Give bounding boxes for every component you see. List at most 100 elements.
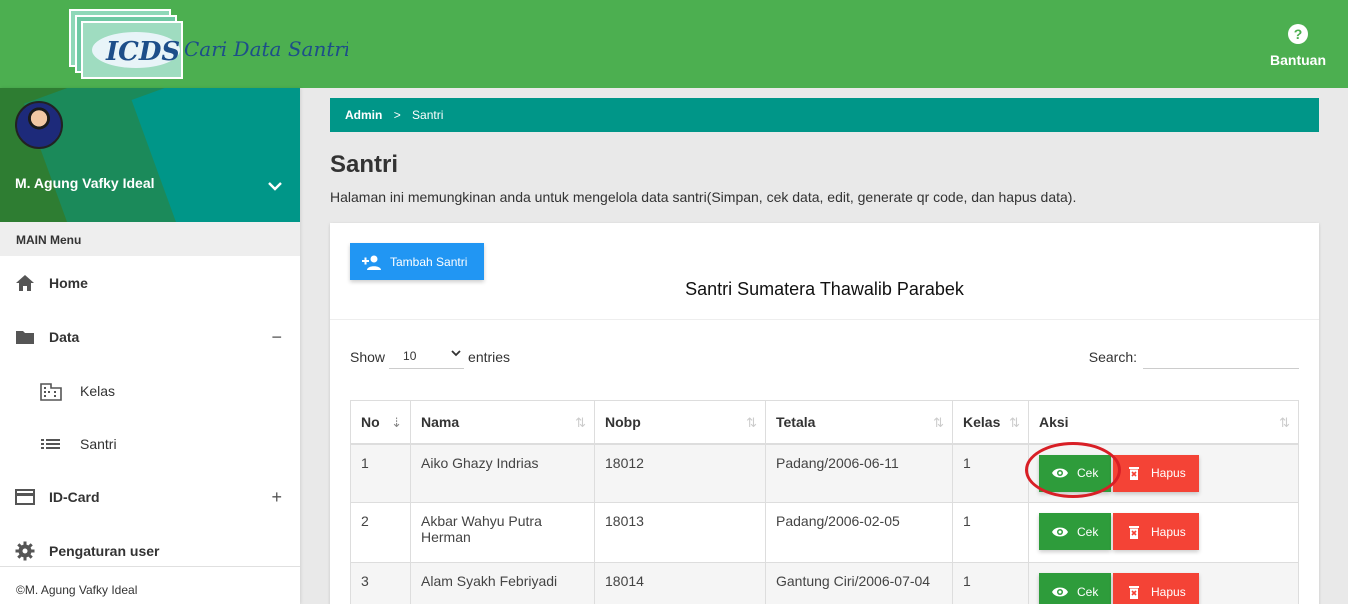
hapus-button[interactable]: Hapus	[1113, 513, 1199, 550]
cell-nobp: 18012	[594, 443, 766, 503]
show-label: Show	[350, 349, 386, 365]
hapus-label: Hapus	[1151, 466, 1186, 480]
app-logo[interactable]: ICDS Cari Data Santri	[68, 8, 350, 80]
cek-label: Cek	[1077, 524, 1099, 539]
expand-icon[interactable]: +	[271, 487, 282, 508]
help-icon: ?	[1288, 24, 1308, 44]
cell-nobp: 18013	[594, 502, 766, 563]
sort-icon: ⇅	[575, 415, 586, 430]
sidebar-item-label: Data	[49, 329, 80, 345]
svg-text:ICDS: ICDS	[105, 37, 180, 67]
page-title: Santri	[330, 151, 399, 178]
sidebar-footer: ©M. Agung Vafky Ideal	[0, 566, 300, 604]
santri-table: No ⇣ Nama ⇅ Nobp ⇅ Tetala ⇅ Kelas ⇅ Aksi ⇅ 1 A…	[350, 400, 1299, 604]
sidebar: M. Agung Vafky Ideal MAIN Menu Home Data…	[0, 88, 300, 604]
table-row: 2 Akbar Wahyu Putra Herman 18013 Padang/…	[350, 502, 1299, 563]
sort-icon: ⇅	[933, 415, 944, 430]
cell-aksi: Cek Hapus	[1028, 502, 1299, 563]
card-title: Santri Sumatera Thawalib Parabek	[685, 279, 964, 299]
svg-text:Cari Data Santri: Cari Data Santri	[184, 37, 348, 61]
sidebar-item-kelas[interactable]: Kelas	[0, 364, 300, 417]
cell-kelas: 1	[952, 443, 1029, 503]
cell-aksi: Cek Hapus	[1028, 562, 1299, 604]
cell-tetala: Padang/2006-02-05	[765, 502, 953, 563]
cell-kelas: 1	[952, 562, 1029, 604]
sidebar-item-id-card[interactable]: ID-Card +	[0, 470, 300, 524]
user-panel: M. Agung Vafky Ideal	[0, 88, 300, 222]
sort-icon: ⇅	[746, 415, 757, 430]
entries-select[interactable]: 10	[389, 345, 465, 369]
entries-control: Show 10 entries	[350, 345, 510, 369]
column-header-no[interactable]: No ⇣	[350, 400, 411, 445]
user-name: M. Agung Vafky Ideal	[15, 175, 155, 191]
home-icon	[15, 273, 35, 293]
top-navbar: ICDS Cari Data Santri ? Bantuan	[0, 0, 1348, 88]
page-description: Halaman ini memungkinan anda untuk menge…	[330, 189, 1077, 205]
folder-icon	[15, 327, 35, 347]
avatar	[15, 101, 63, 149]
gear-icon	[15, 541, 35, 561]
table-header-row: No ⇣ Nama ⇅ Nobp ⇅ Tetala ⇅ Kelas ⇅ Aksi ⇅	[350, 400, 1299, 445]
trash-icon	[1125, 466, 1143, 480]
sidebar-item-home[interactable]: Home	[0, 256, 300, 310]
cell-no: 3	[350, 562, 411, 604]
breadcrumb-separator: >	[393, 108, 401, 122]
cek-button[interactable]: Cek	[1039, 573, 1111, 604]
sidebar-item-label: ID-Card	[49, 489, 100, 505]
hapus-button[interactable]: Hapus	[1113, 454, 1199, 492]
building-icon	[40, 381, 62, 401]
eye-icon	[1051, 585, 1069, 599]
cek-button[interactable]: Cek	[1039, 513, 1111, 550]
list-icon	[40, 434, 62, 454]
sidebar-item-label: Kelas	[80, 382, 116, 399]
cell-nobp: 18014	[594, 562, 766, 604]
hapus-label: Hapus	[1151, 584, 1186, 599]
cell-no: 2	[350, 502, 411, 563]
column-header-aksi[interactable]: Aksi ⇅	[1028, 400, 1299, 445]
sidebar-item-santri[interactable]: Santri	[0, 417, 300, 470]
card-header: Tambah Santri Santri Sumatera Thawalib P…	[330, 223, 1319, 320]
cek-label: Cek	[1077, 584, 1099, 599]
collapse-icon[interactable]: −	[271, 327, 282, 348]
trash-icon	[1125, 525, 1143, 539]
eye-icon	[1051, 525, 1069, 539]
help-button[interactable]: ? Bantuan	[1268, 24, 1328, 70]
menu-header: MAIN Menu	[0, 222, 300, 256]
entries-value: 10	[403, 349, 417, 363]
sort-icon: ⇅	[1009, 415, 1020, 430]
add-user-icon	[362, 254, 382, 270]
column-header-nobp[interactable]: Nobp ⇅	[594, 400, 766, 445]
column-header-nama[interactable]: Nama ⇅	[410, 400, 595, 445]
trash-icon	[1125, 585, 1143, 599]
eye-icon	[1051, 466, 1069, 480]
sort-asc-icon: ⇣	[391, 415, 402, 430]
entries-label: entries	[468, 349, 511, 365]
breadcrumb: Admin > Santri	[330, 98, 1319, 132]
sidebar-item-data[interactable]: Data −	[0, 310, 300, 364]
search-label: Search:	[1088, 349, 1137, 365]
chevron-down-icon[interactable]	[268, 178, 282, 194]
sidebar-item-label: Santri	[80, 435, 117, 452]
cell-tetala: Padang/2006-06-11	[765, 443, 953, 503]
cell-kelas: 1	[952, 502, 1029, 563]
cek-button[interactable]: Cek	[1039, 454, 1111, 492]
breadcrumb-root[interactable]: Admin	[345, 108, 382, 122]
add-santri-button[interactable]: Tambah Santri	[350, 243, 484, 280]
column-header-tetala[interactable]: Tetala ⇅	[765, 400, 953, 445]
breadcrumb-current: Santri	[412, 108, 444, 122]
cek-label: Cek	[1077, 466, 1099, 480]
add-santri-label: Tambah Santri	[390, 254, 468, 269]
table-row: 3 Alam Syakh Febriyadi 18014 Gantung Cir…	[350, 562, 1299, 604]
table-row: 1 Aiko Ghazy Indrias 18012 Padang/2006-0…	[350, 443, 1299, 503]
card-icon	[15, 487, 35, 507]
sidebar-item-label: Home	[49, 275, 88, 291]
cell-nama: Akbar Wahyu Putra Herman	[410, 502, 595, 563]
column-header-kelas[interactable]: Kelas ⇅	[952, 400, 1029, 445]
search-input[interactable]	[1143, 345, 1299, 369]
hapus-button[interactable]: Hapus	[1113, 573, 1199, 604]
cell-nama: Aiko Ghazy Indrias	[410, 443, 595, 503]
santri-card: Tambah Santri Santri Sumatera Thawalib P…	[330, 223, 1319, 604]
hapus-label: Hapus	[1151, 524, 1186, 539]
search-control: Search:	[1089, 345, 1299, 369]
cell-aksi: Cek Hapus	[1028, 443, 1299, 503]
